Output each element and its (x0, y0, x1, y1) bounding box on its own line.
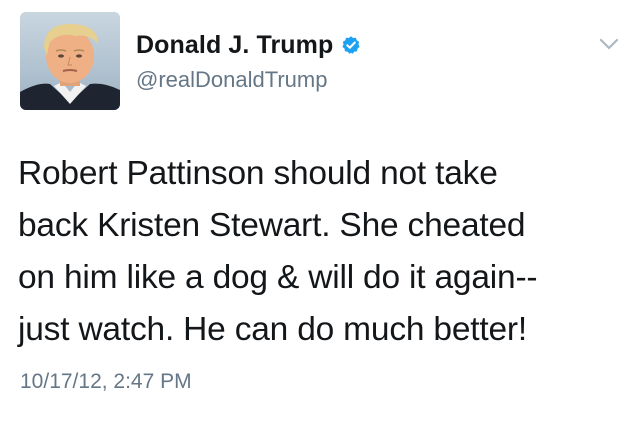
tweet-text: Robert Pattinson should not take back Kr… (18, 155, 538, 348)
avatar-image (20, 12, 120, 110)
verified-badge-icon (341, 35, 361, 55)
username-handle[interactable]: @realDonaldTrump (136, 67, 327, 93)
chevron-down-icon[interactable] (598, 36, 620, 52)
avatar[interactable] (20, 12, 120, 110)
author-name-row[interactable]: Donald J. Trump (136, 30, 361, 60)
tweet-timestamp[interactable]: 10/17/12, 2:47 PM (20, 370, 192, 394)
display-name[interactable]: Donald J. Trump (136, 31, 333, 60)
tweet-card: Donald J. Trump @realDonaldTrump Robert … (0, 0, 640, 422)
